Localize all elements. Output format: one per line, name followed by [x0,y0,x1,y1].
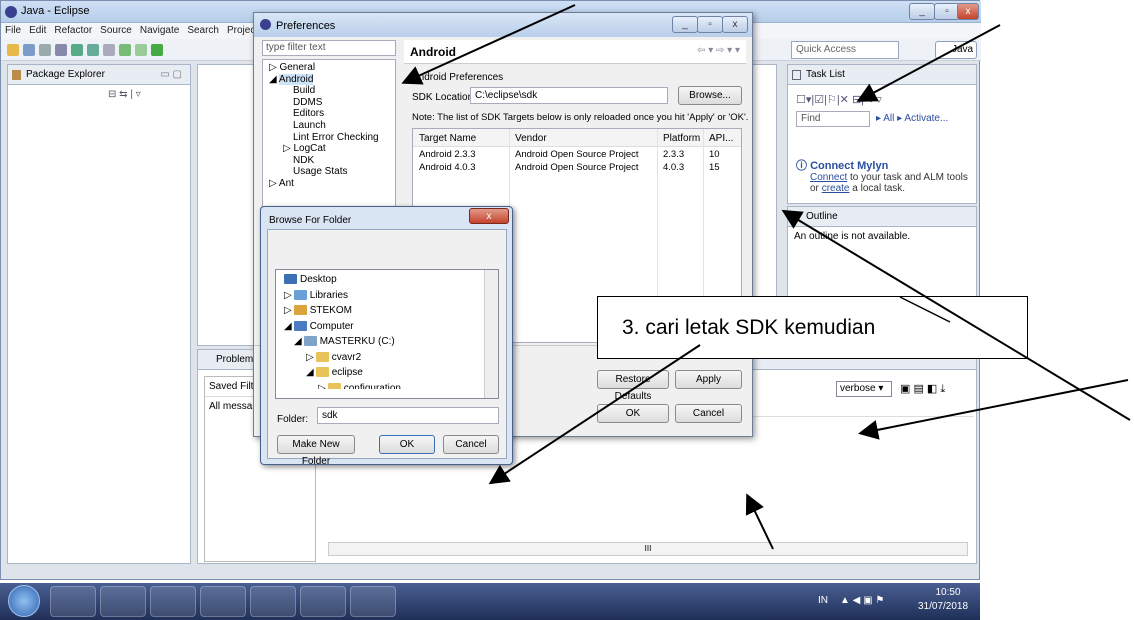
word-icon[interactable] [350,586,396,617]
clock-time[interactable]: 10:50 [928,587,968,598]
media-player-icon[interactable] [150,586,196,617]
callout-line [899,296,951,323]
arrow-to-browse-dialog [488,344,701,485]
ie-icon[interactable] [50,586,96,617]
annotation-arrows [401,4,1131,550]
arrow-to-log-area [745,493,774,550]
clock-date[interactable]: 31/07/2018 [918,601,968,612]
eclipse-taskbar-icon[interactable] [300,586,346,617]
chrome-icon[interactable] [250,586,296,617]
arrow-to-task-list [856,24,1001,102]
arrow-to-log-toolbar [858,379,1129,440]
taskbar: IN ▲ ◀ ▣ ⚑ 10:50 31/07/2018 [0,583,980,620]
arrow-to-sdk-location [401,4,576,85]
firefox-icon[interactable] [200,586,246,617]
explorer-icon[interactable] [100,586,146,617]
start-button[interactable] [8,585,40,617]
arrow-to-outline [781,209,1131,421]
tray-icons[interactable]: ▲ ◀ ▣ ⚑ [840,595,884,606]
language-indicator[interactable]: IN [818,595,828,606]
